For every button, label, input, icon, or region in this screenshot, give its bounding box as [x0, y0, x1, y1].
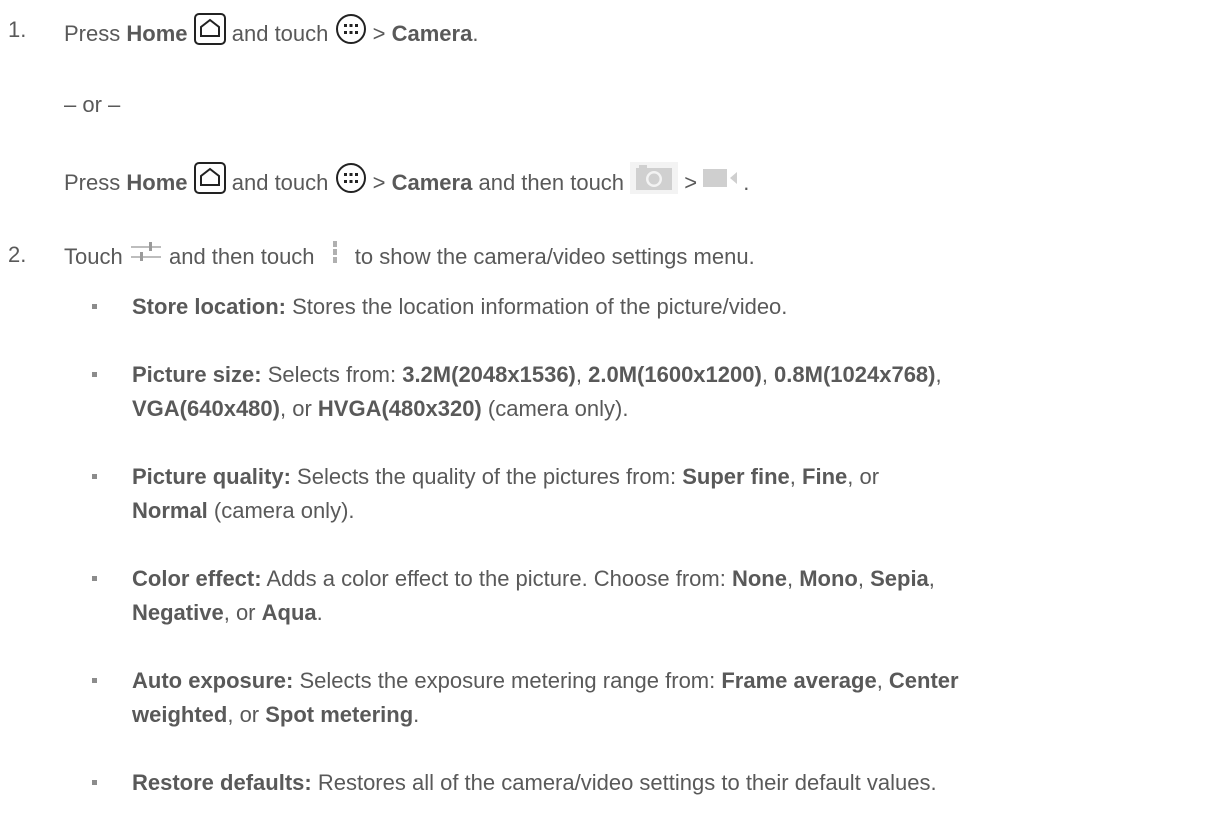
video-mode-icon	[703, 166, 743, 198]
setting-picture-quality: Picture quality: Selects the quality of …	[132, 464, 880, 523]
bullet	[92, 780, 97, 785]
setting-picture-size: Picture size: Selects from: 3.2M(2048x15…	[132, 362, 942, 421]
setting-restore-defaults: Restore defaults: Restores all of the ca…	[132, 770, 937, 795]
camera-mode-icon	[630, 162, 679, 202]
step1-alt-line: Press Home and touch > Camera and then t…	[64, 162, 749, 204]
apps-icon	[335, 13, 367, 53]
more-options-icon	[321, 238, 349, 274]
apps-icon	[335, 162, 367, 202]
bullet	[92, 474, 97, 479]
step-number-2: 2.	[8, 242, 27, 267]
home-key-icon	[193, 162, 226, 202]
setting-color-effect: Color effect: Adds a color effect to the…	[132, 566, 935, 625]
bullet	[92, 304, 97, 309]
step2-line: Touch and then touch to show the camera/…	[64, 240, 755, 276]
setting-auto-exposure: Auto exposure: Selects the exposure mete…	[132, 668, 959, 727]
or-separator: – or –	[64, 92, 121, 117]
home-key-icon	[193, 13, 226, 53]
settings-sliders-icon	[129, 238, 163, 274]
bullet	[92, 678, 97, 683]
bullet	[92, 372, 97, 377]
bullet	[92, 576, 97, 581]
setting-store-location: Store location: Stores the location info…	[132, 294, 788, 319]
step1-line: Press Home and touch > Camera.	[64, 13, 478, 55]
step-number-1: 1.	[8, 17, 27, 42]
